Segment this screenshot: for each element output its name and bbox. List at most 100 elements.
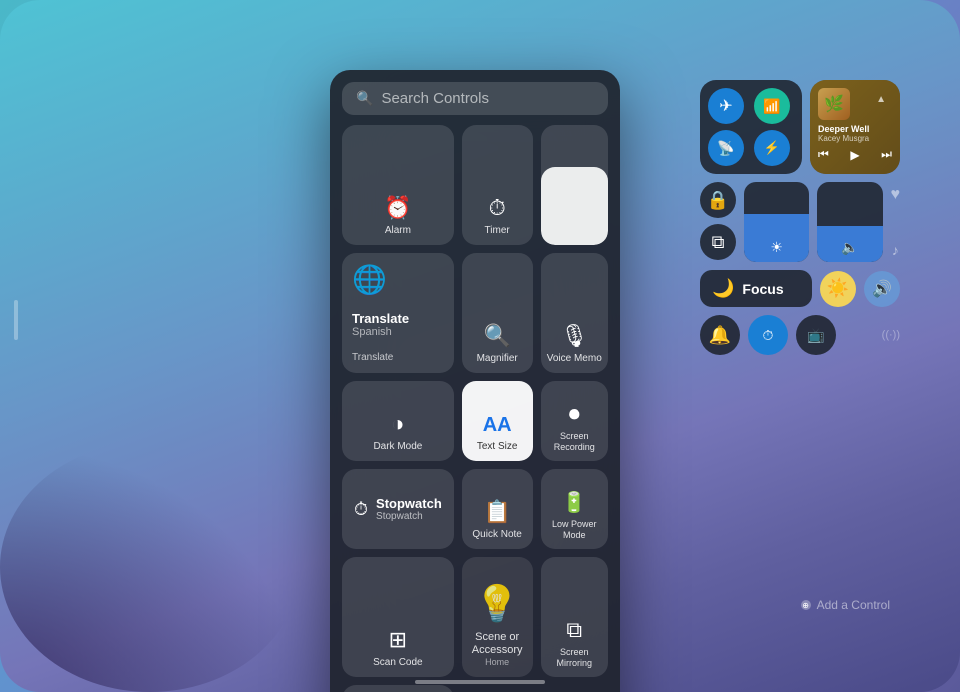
scan-code-icon: ⊞ bbox=[389, 627, 407, 653]
screen-mirroring-label: Screen Mirroring bbox=[547, 647, 602, 669]
search-input[interactable] bbox=[381, 90, 594, 107]
scene-accessory-control[interactable]: 💡 Scene or Accessory Home bbox=[462, 557, 533, 677]
low-power-mode-control[interactable]: 🔋 Low Power Mode bbox=[541, 469, 608, 549]
dark-mode-icon: ◑ bbox=[391, 411, 404, 437]
scene-icon: 💡 bbox=[475, 583, 520, 625]
text-size-label: Text Size bbox=[477, 441, 518, 453]
timer-icon: ⏱ bbox=[489, 195, 506, 221]
timer-label: Timer bbox=[485, 225, 510, 237]
music-widget[interactable]: ▲ 🌿 Deeper Well Kacey Musgra ⏮ ▶ ⏭ bbox=[810, 80, 900, 174]
scan-code-label: Scan Code bbox=[373, 657, 422, 669]
voice-memo-control[interactable]: 🎙 Voice Memo bbox=[541, 253, 608, 373]
low-power-icon: 🔋 bbox=[562, 490, 587, 515]
alarm-control[interactable]: ⏰ Alarm bbox=[342, 125, 454, 245]
voice-memo-label: Voice Memo bbox=[547, 353, 602, 365]
add-control-button[interactable]: ⊕ Add a Control bbox=[801, 598, 890, 612]
magnifier-icon: 🔍 bbox=[483, 323, 510, 349]
translate-icon: 🌐 bbox=[352, 263, 387, 296]
alarm-icon: ⏰ bbox=[384, 195, 411, 221]
alarm-small-button[interactable]: 🔔 bbox=[700, 315, 740, 355]
stopwatch-name: Stopwatch bbox=[376, 496, 442, 511]
magnifier-control[interactable]: 🔍 Magnifier bbox=[462, 253, 533, 373]
rewind-button[interactable]: ⏮ bbox=[818, 147, 829, 162]
add-control-icon: ⊕ bbox=[801, 600, 811, 610]
scene-name: Scene or Accessory bbox=[472, 631, 523, 657]
screen-mirroring-icon: ⧉ bbox=[566, 617, 582, 643]
stopwatch-control[interactable]: ⏱ Stopwatch Stopwatch bbox=[342, 469, 454, 549]
focus-label: Focus bbox=[742, 281, 783, 297]
quick-note-control[interactable]: 📋 Quick Note bbox=[462, 469, 533, 549]
search-icon: 🔍 bbox=[356, 90, 373, 107]
text-size-control[interactable]: AA Text Size bbox=[462, 381, 533, 461]
brightness-slider[interactable]: ☀ bbox=[744, 182, 809, 262]
text-size-icon: AA bbox=[483, 414, 512, 437]
translate-label: Translate bbox=[352, 352, 393, 363]
bottom-controls-row: 🔔 ⏱ 📺 ((·)) bbox=[700, 315, 900, 355]
music-content: ▲ 🌿 Deeper Well Kacey Musgra ⏮ ▶ ⏭ bbox=[818, 88, 892, 162]
wifi-button[interactable]: 📡 bbox=[708, 130, 744, 166]
focus-button[interactable]: 🌙 Focus bbox=[700, 270, 812, 307]
screen-mirroring-control[interactable]: ⧉ Screen Mirroring bbox=[541, 557, 608, 677]
song-title: Deeper Well bbox=[818, 124, 892, 134]
connectivity-panel: ✈ 📶 📡 ⚡ bbox=[700, 80, 802, 174]
airplay-icon[interactable]: ▲ bbox=[876, 94, 886, 105]
quick-note-label: Quick Note bbox=[472, 529, 521, 541]
screen-recording-icon: ⏺ bbox=[569, 401, 580, 427]
song-artist: Kacey Musgra bbox=[818, 134, 892, 143]
rotation-lock-button[interactable]: 🔒 bbox=[700, 182, 736, 218]
screen-recording-label: Screen Recording bbox=[547, 431, 602, 453]
translate-name: Translate bbox=[352, 311, 409, 326]
scan-code-control[interactable]: ⊞ Scan Code bbox=[342, 557, 454, 677]
sound-button[interactable]: 🔊 bbox=[864, 271, 900, 307]
media-extras: ♥ ♪ bbox=[891, 182, 901, 262]
focus-icon: 🌙 bbox=[712, 278, 734, 299]
stopwatch-label: Stopwatch bbox=[376, 511, 442, 522]
volume-slider[interactable]: 🔈 bbox=[817, 182, 882, 262]
brightness-slider-control[interactable] bbox=[541, 125, 608, 245]
translate-control[interactable]: 🌐 Translate Spanish Translate bbox=[342, 253, 454, 373]
focus-row: 🌙 Focus ☀️ 🔊 bbox=[700, 270, 900, 307]
control-center-right: ✈ 📶 📡 ⚡ ▲ 🌿 Deeper Well Kacey Musgra ⏮ bbox=[700, 80, 900, 355]
connectivity-music-row: ✈ 📶 📡 ⚡ ▲ 🌿 Deeper Well Kacey Musgra ⏮ bbox=[700, 80, 900, 174]
album-art: 🌿 bbox=[818, 88, 850, 120]
brightness-icon: ☀ bbox=[770, 239, 783, 256]
volume-indicator bbox=[14, 300, 18, 340]
heart-icon: ♥ bbox=[891, 186, 901, 204]
quick-note-icon: 📋 bbox=[483, 499, 510, 525]
search-bar[interactable]: 🔍 bbox=[342, 82, 608, 115]
airplane-mode-button[interactable]: ✈ bbox=[708, 88, 744, 124]
stopwatch-icon: ⏱ bbox=[354, 499, 368, 520]
ipad-frame: 🔍 🌐 Translate Spanish Translate ⏰ Alarm bbox=[0, 0, 960, 692]
voice-memo-icon: 🎙 bbox=[560, 323, 588, 349]
low-power-label: Low Power Mode bbox=[547, 519, 602, 541]
control-center-panel: 🔍 🌐 Translate Spanish Translate ⏰ Alarm bbox=[330, 70, 620, 692]
mirror-button[interactable]: ⧉ bbox=[700, 224, 736, 260]
translate-sublabel: Spanish bbox=[352, 326, 409, 338]
timer-control[interactable]: ⏱ Timer bbox=[462, 125, 533, 245]
magnifier-label: Magnifier bbox=[477, 353, 518, 365]
fast-forward-button[interactable]: ⏭ bbox=[881, 147, 892, 162]
translate-text-block: Translate Spanish bbox=[352, 311, 409, 338]
screen-recording-control[interactable]: ⏺ Screen Recording bbox=[541, 381, 608, 461]
screen-record-small-button[interactable]: 📺 bbox=[796, 315, 836, 355]
recognize-music-control[interactable]: 🎵 Recognize Music bbox=[342, 685, 454, 692]
display-brightness-button[interactable]: ☀️ bbox=[820, 271, 856, 307]
background-overlay bbox=[0, 442, 300, 692]
music-note-icon: ♪ bbox=[891, 242, 901, 258]
wifi-status: ((·)) bbox=[844, 329, 900, 341]
brightness-fill bbox=[541, 167, 608, 245]
music-controls: ⏮ ▶ ⏭ bbox=[818, 147, 892, 162]
lock-mirror-col: 🔒 ⧉ bbox=[700, 182, 736, 262]
dark-mode-control[interactable]: ◑ Dark Mode bbox=[342, 381, 454, 461]
play-pause-button[interactable]: ▶ bbox=[850, 148, 859, 162]
timer-small-button[interactable]: ⏱ bbox=[748, 315, 788, 355]
bluetooth-button[interactable]: ⚡ bbox=[754, 130, 790, 166]
add-control-label: Add a Control bbox=[817, 598, 890, 612]
scene-label: Home bbox=[485, 657, 509, 667]
cellular-button[interactable]: 📶 bbox=[754, 88, 790, 124]
sliders-row: 🔒 ⧉ ☀ 🔈 ♥ ♪ bbox=[700, 182, 900, 262]
home-bar bbox=[415, 680, 545, 684]
stopwatch-text: Stopwatch Stopwatch bbox=[376, 496, 442, 522]
volume-icon: 🔈 bbox=[841, 239, 858, 256]
dark-mode-label: Dark Mode bbox=[373, 441, 422, 453]
